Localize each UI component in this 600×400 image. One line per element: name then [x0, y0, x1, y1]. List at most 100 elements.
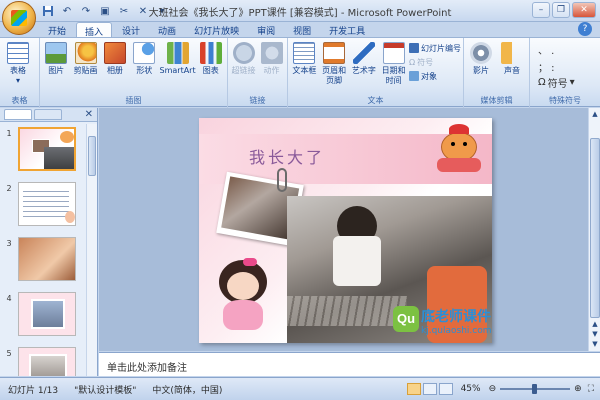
normal-view-icon[interactable]: [406, 383, 421, 395]
scrollbar-thumb[interactable]: [88, 136, 96, 176]
watermark-logo: Qu 底老师课件 kj.qulaoshi.com: [393, 306, 492, 342]
group-label-media: 媒体剪辑: [480, 96, 513, 105]
title-bar: ↶ ↷ ▣ ✂ ✕ ▾ 大班社会《我长大了》PPT课件 [兼容模式] - Mic…: [0, 0, 600, 22]
view-buttons: [406, 383, 453, 395]
watermark-qu-icon: Qu: [393, 306, 419, 332]
zoom-out-icon[interactable]: ⊖: [489, 384, 497, 394]
group-label-text: 文本: [367, 96, 384, 105]
slide-counter: 幻灯片 1/13: [8, 385, 59, 396]
tab-developer[interactable]: 开发工具: [321, 22, 373, 38]
tab-outline[interactable]: [34, 109, 62, 120]
minimize-icon[interactable]: –: [532, 2, 550, 18]
slide-thumbnails: 1 2 3 4 5: [0, 124, 86, 376]
help-icon[interactable]: ?: [578, 22, 592, 36]
slide-title[interactable]: 我长大了: [249, 144, 325, 168]
zoom-slider-knob[interactable]: [531, 384, 537, 394]
close-icon[interactable]: ✕: [572, 2, 596, 18]
scroll-down-icon[interactable]: ▼: [590, 340, 600, 350]
chart-button[interactable]: 图表: [197, 40, 225, 76]
office-button[interactable]: [2, 1, 36, 35]
film-reel-icon: [470, 42, 492, 64]
wordart-icon: [352, 42, 375, 64]
slide-thumbnail[interactable]: [18, 347, 76, 376]
next-slide-icon[interactable]: ▼: [590, 330, 600, 340]
shapes-button[interactable]: 形状: [130, 40, 158, 76]
clipart-icon: [74, 42, 97, 64]
tab-animations[interactable]: 动画: [150, 22, 184, 38]
cartoon-doll-icon: [213, 258, 273, 332]
slide-thumbnail[interactable]: [18, 182, 76, 226]
slideshow-view-icon[interactable]: [438, 383, 453, 395]
textbox-button[interactable]: 文本框: [290, 40, 319, 86]
close-panel-icon[interactable]: ✕: [85, 109, 93, 120]
office-logo-icon: [11, 10, 27, 26]
album-button[interactable]: 相册: [101, 40, 129, 76]
tab-design[interactable]: 设计: [114, 22, 148, 38]
thumbnail-row[interactable]: 1: [0, 127, 86, 179]
notes-pane[interactable]: 单击此处添加备注: [99, 352, 600, 376]
scrollbar-thumb[interactable]: [590, 138, 600, 318]
thumbnails-scrollbar[interactable]: [86, 124, 97, 376]
template-name: "默认设计模板": [74, 385, 137, 396]
slide-number-button[interactable]: 幻灯片编号: [409, 42, 461, 54]
group-label-special: 特殊符号: [549, 96, 581, 105]
notes-placeholder: 单击此处添加备注: [107, 363, 187, 374]
language-indicator[interactable]: 中文(简体，中国): [144, 383, 230, 396]
table-button[interactable]: 表格 ▾: [2, 40, 34, 86]
header-footer-button[interactable]: 页眉和 页脚: [320, 40, 349, 86]
tab-review[interactable]: 审阅: [249, 22, 283, 38]
paper-clip-icon: [277, 168, 287, 192]
zoom-slider[interactable]: [500, 384, 571, 394]
slide-thumbnail[interactable]: [18, 292, 76, 336]
table-icon: [7, 42, 29, 64]
fit-to-window-icon[interactable]: ⛶: [582, 384, 600, 394]
object-icon: [409, 71, 419, 81]
zoom-in-icon[interactable]: ⊕: [574, 384, 582, 394]
scroll-up-icon[interactable]: ▲: [590, 110, 600, 120]
sound-button[interactable]: 声音: [497, 40, 527, 76]
restore-icon[interactable]: ❐: [552, 2, 570, 18]
slide-sorter-icon[interactable]: [422, 383, 437, 395]
special-symbol-button[interactable]: Ω 符号 ▾: [538, 76, 575, 90]
tab-insert[interactable]: 插入: [76, 22, 113, 38]
zoom-level[interactable]: 45%: [453, 384, 489, 394]
smartart-button[interactable]: SmartArt: [160, 40, 196, 76]
slide-number-icon: [409, 43, 419, 53]
slide-scrollbar[interactable]: ▲ ▲ ▼ ▼: [588, 108, 600, 351]
symbol-button[interactable]: Ω 符号: [409, 56, 461, 68]
tab-view[interactable]: 视图: [285, 22, 319, 38]
chart-icon: [199, 42, 222, 64]
group-text: 文本框 页眉和 页脚 艺术字 日期和 时间 幻灯片编号 Ω 符号 对象 文本: [288, 38, 464, 108]
object-button[interactable]: 对象: [409, 70, 461, 82]
group-label-table: 表格: [11, 96, 28, 105]
tab-slides[interactable]: [4, 109, 32, 120]
header-footer-icon: [323, 42, 346, 64]
current-slide[interactable]: 我长大了 Qu 底老师课件 kj.qulaoshi.com: [199, 118, 492, 343]
datetime-button[interactable]: 日期和 时间: [379, 40, 408, 86]
textbox-icon: [293, 42, 316, 64]
omega-icon: Ω: [538, 76, 546, 88]
panel-tabs: ✕: [0, 108, 97, 122]
wordart-button[interactable]: 艺术字: [350, 40, 379, 86]
thumbnail-row[interactable]: 3: [0, 237, 86, 289]
cartoon-cat-icon: [435, 124, 483, 174]
ribbon: 表格 ▾ 表格 图片 剪贴画 相册 形状 SmartArt 图表 插图 超链接 …: [0, 37, 600, 108]
clipart-button[interactable]: 剪贴画: [71, 40, 99, 76]
thumbnail-row[interactable]: 2: [0, 182, 86, 234]
thumbnail-row[interactable]: 4: [0, 292, 86, 344]
slide-thumbnail[interactable]: [18, 127, 76, 171]
action-button[interactable]: 动作: [258, 40, 285, 76]
picture-button[interactable]: 图片: [42, 40, 70, 76]
thumbnail-row[interactable]: 5: [0, 347, 86, 376]
movie-button[interactable]: 影片: [466, 40, 496, 76]
slide-thumbnail[interactable]: [18, 237, 76, 281]
symbol-glyphs-row2[interactable]: ； :: [538, 59, 575, 74]
tab-home[interactable]: 开始: [40, 22, 74, 38]
group-label-links: 链接: [249, 96, 266, 105]
hyperlink-button[interactable]: 超链接: [230, 40, 257, 76]
picture-icon: [45, 42, 68, 64]
symbol-glyphs-row1[interactable]: 、 .: [538, 42, 575, 57]
tab-slideshow[interactable]: 幻灯片放映: [186, 22, 247, 38]
window-title: 大班社会《我长大了》PPT课件 [兼容模式] - Microsoft Power…: [148, 8, 452, 19]
prev-slide-icon[interactable]: ▲: [590, 320, 600, 330]
